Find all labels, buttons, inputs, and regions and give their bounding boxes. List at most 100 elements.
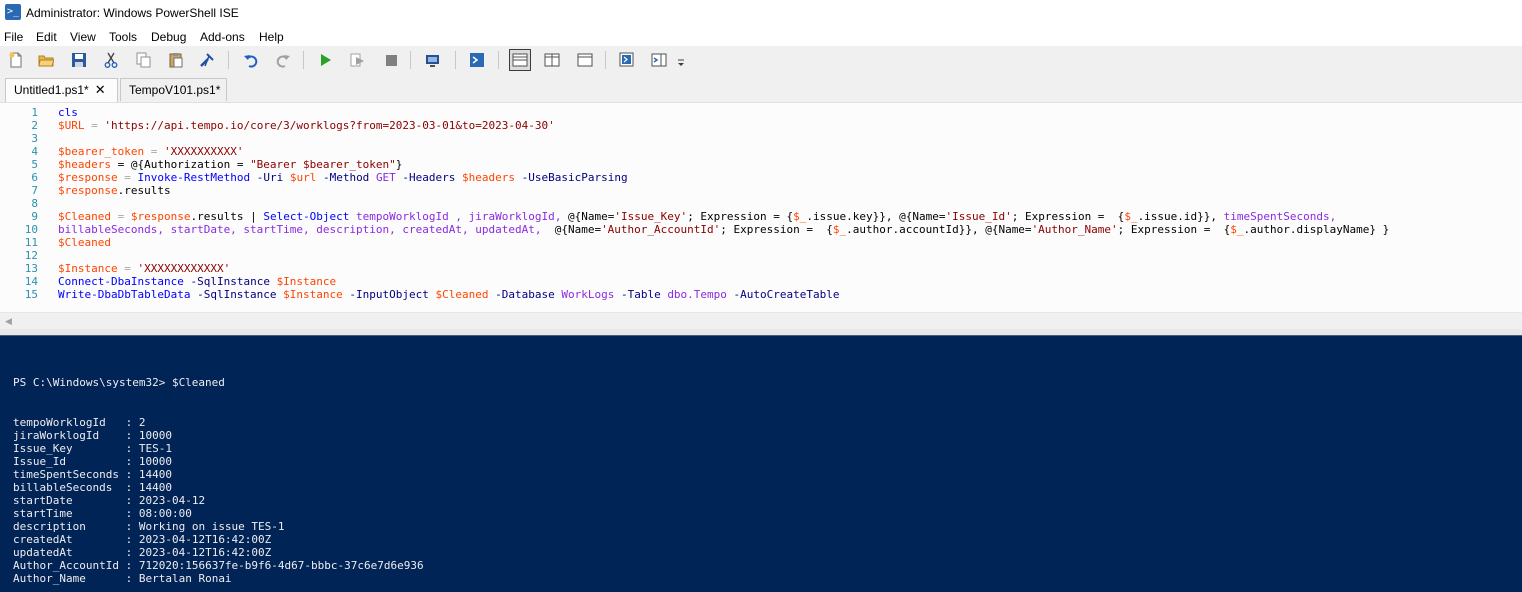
- menu-tools[interactable]: Tools: [109, 30, 137, 44]
- menu-file[interactable]: File: [4, 30, 23, 44]
- code-token: $bearer_token: [58, 145, 145, 158]
- run-selection-icon[interactable]: [347, 50, 367, 70]
- run-script-icon[interactable]: [315, 50, 335, 70]
- code-token: $Cleaned: [58, 236, 111, 249]
- property-value: 08:00:00: [138, 507, 192, 520]
- code-token: .author.accountId}}, @{Name=: [846, 223, 1032, 236]
- menu-edit[interactable]: Edit: [36, 30, 57, 44]
- toolbar-separator: [228, 51, 229, 69]
- property-name: tempoWorklogId: [13, 416, 119, 429]
- code-token: $_: [832, 223, 847, 236]
- cut-icon[interactable]: [101, 50, 121, 70]
- code-token: ; Expression = {: [687, 210, 794, 223]
- console-output-row: tempoWorklogId : 2: [13, 416, 145, 429]
- code-token: =: [84, 119, 105, 132]
- menu-view[interactable]: View: [70, 30, 96, 44]
- line-number: 6: [31, 171, 38, 184]
- property-name: Author_Name: [13, 572, 119, 585]
- code-token: 'Author_Name': [1031, 223, 1118, 236]
- code-token: WorkLogs: [561, 288, 615, 301]
- stop-icon[interactable]: [381, 50, 401, 70]
- toolbar: [0, 46, 1522, 74]
- console-output-row: Issue_Id : 10000: [13, 455, 172, 468]
- console-output-row: billableSeconds : 14400: [13, 481, 172, 494]
- code-line: $headers = @{Authorization = "Bearer $be…: [58, 158, 402, 171]
- code-line: $bearer_token = 'XXXXXXXXXX': [58, 145, 243, 158]
- start-powershell-icon[interactable]: [467, 50, 487, 70]
- toolbar-separator: [498, 51, 499, 69]
- console-output-row: startDate : 2023-04-12: [13, 494, 205, 507]
- line-number: 12: [24, 249, 38, 262]
- show-command-window-icon[interactable]: [617, 50, 637, 70]
- toolbar-separator: [410, 51, 411, 69]
- code-token: $headers: [58, 158, 111, 171]
- window-title: Administrator: Windows PowerShell ISE: [26, 6, 239, 20]
- property-value: 2023-04-12T16:42:00Z: [138, 533, 272, 546]
- code-token: -SqlInstance: [183, 275, 277, 288]
- line-number: 14: [24, 275, 38, 288]
- open-folder-icon[interactable]: [36, 50, 56, 70]
- code-token: = @{Authorization =: [110, 158, 251, 171]
- console-output-row: Author_Name : Bertalan Ronai: [13, 572, 232, 585]
- code-line: $Instance = 'XXXXXXXXXXXX': [58, 262, 230, 275]
- property-name: timeSpentSeconds: [13, 468, 119, 481]
- code-line: cls: [58, 106, 78, 119]
- code-token: ; Expression = {: [720, 223, 833, 236]
- tab-tempov101[interactable]: TempoV101.ps1*: [120, 78, 227, 101]
- menu-help[interactable]: Help: [259, 30, 284, 44]
- code-token: -Headers: [395, 171, 463, 184]
- code-token: $Instance: [58, 262, 118, 275]
- code-line: $Cleaned = $response.results | Select-Ob…: [58, 210, 1336, 223]
- code-line: billableSeconds, startDate, startTime, d…: [58, 223, 1389, 236]
- show-script-maximized-icon[interactable]: [575, 50, 595, 70]
- property-name: startTime: [13, 507, 119, 520]
- property-name: description: [13, 520, 119, 533]
- show-script-top-icon[interactable]: [509, 49, 531, 71]
- show-script-right-icon[interactable]: [542, 50, 562, 70]
- code-token: $Instance: [283, 288, 343, 301]
- code-line: $response = Invoke-RestMethod -Uri $url …: [58, 171, 628, 184]
- menu-bar: File Edit View Tools Debug Add-ons Help: [0, 28, 1522, 46]
- property-value: 2: [138, 416, 146, 429]
- tab-label: Untitled1.ps1*: [14, 83, 89, 97]
- new-remote-tab-icon[interactable]: [423, 50, 443, 70]
- tab-untitled1[interactable]: Untitled1.ps1* ✕: [5, 78, 118, 102]
- toolbar-separator: [455, 51, 456, 69]
- editor-horizontal-scrollbar[interactable]: ◀: [0, 312, 1522, 330]
- code-token: Connect-DbaInstance: [58, 275, 184, 288]
- new-file-icon[interactable]: [6, 50, 26, 70]
- code-token: -Table: [614, 288, 668, 301]
- code-line: $response.results: [58, 184, 171, 197]
- line-number: 3: [31, 132, 38, 145]
- undo-icon[interactable]: [241, 50, 261, 70]
- clear-console-icon[interactable]: [197, 50, 217, 70]
- property-separator: :: [118, 533, 139, 546]
- menu-debug[interactable]: Debug: [151, 30, 186, 44]
- code-token: Invoke-RestMethod: [137, 171, 251, 184]
- script-editor[interactable]: 1 2 3 4 5 6 7 8 9 10 11 12 13 14 15 cls $URL = 'https:/…: [0, 102, 1522, 313]
- code-token: $Cleaned: [435, 288, 489, 301]
- code-token: 'XXXXXXXXXX': [163, 145, 244, 158]
- toolbar-overflow-icon[interactable]: [675, 54, 687, 74]
- code-token: 'XXXXXXXXXXXX': [137, 262, 231, 275]
- property-separator: :: [118, 507, 139, 520]
- redo-icon[interactable]: [273, 50, 293, 70]
- console-output-row: description : Working on issue TES-1: [13, 520, 285, 533]
- code-line: Connect-DbaInstance -SqlInstance $Instan…: [58, 275, 336, 288]
- code-token: .issue.key}}, @{Name=: [806, 210, 946, 223]
- code-token: -Uri: [250, 171, 290, 184]
- code-token: @{Name=: [554, 223, 602, 236]
- save-icon[interactable]: [69, 50, 89, 70]
- code-token: .author.displayName} }: [1243, 223, 1390, 236]
- console-pane[interactable]: PS C:\Windows\system32> $Cleaned tempoWo…: [0, 335, 1522, 592]
- code-line: Write-DbaDbTableData -SqlInstance $Insta…: [58, 288, 840, 301]
- copy-icon[interactable]: [133, 50, 153, 70]
- paste-icon[interactable]: [166, 50, 186, 70]
- menu-add-ons[interactable]: Add-ons: [200, 30, 245, 44]
- console-output-row: updatedAt : 2023-04-12T16:42:00Z: [13, 546, 271, 559]
- line-number: 9: [31, 210, 38, 223]
- scroll-left-icon[interactable]: ◀: [5, 316, 12, 327]
- show-command-addon-icon[interactable]: [649, 50, 669, 70]
- close-tab-icon[interactable]: ✕: [95, 82, 106, 97]
- code-token: $url: [289, 171, 317, 184]
